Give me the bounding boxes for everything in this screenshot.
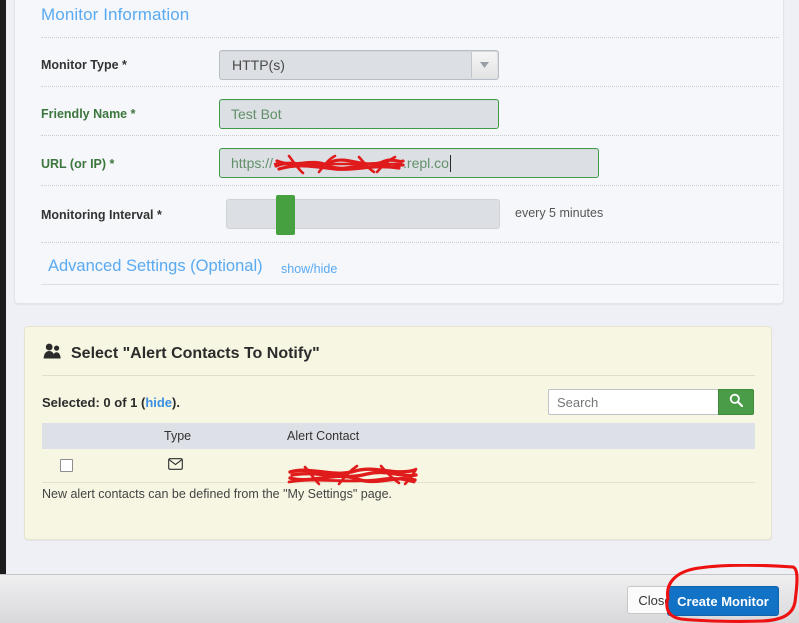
- url-protocol: https://: [231, 155, 274, 171]
- friendly-name-input[interactable]: Test Bot: [219, 99, 499, 129]
- slider-handle[interactable]: [276, 195, 295, 235]
- redaction-scribble-url: [273, 154, 405, 175]
- row-checkbox[interactable]: [60, 459, 73, 472]
- chevron-down-icon[interactable]: [471, 52, 497, 78]
- page-title: Monitor Information: [41, 5, 190, 24]
- monitoring-interval-label: Monitoring Interval *: [41, 208, 162, 222]
- friendly-name-value: Test Bot: [231, 106, 282, 122]
- alert-contacts-note: New alert contacts can be defined from t…: [42, 487, 393, 501]
- selected-count-prefix: Selected: 0 of 1 (: [42, 395, 146, 410]
- column-header-type: Type: [164, 429, 192, 443]
- alert-contacts-card: Select "Alert Contacts To Notify" Select…: [24, 326, 772, 540]
- table-header-row: Type Alert Contact: [42, 423, 755, 449]
- search-input[interactable]: [548, 389, 718, 415]
- alert-contacts-heading: Select "Alert Contacts To Notify": [43, 343, 320, 364]
- divider: [41, 86, 779, 87]
- monitoring-interval-slider[interactable]: [226, 195, 500, 235]
- alert-contacts-title-text: Select "Alert Contacts To Notify": [71, 344, 320, 362]
- monitor-create-dialog: Monitor Information Monitor Type * HTTP(…: [0, 0, 799, 623]
- divider: [41, 185, 779, 186]
- monitor-type-value: HTTP(s): [232, 57, 285, 73]
- row-select-cell: [42, 459, 122, 472]
- dialog-footer: Close Create Monitor: [0, 574, 799, 623]
- search-button[interactable]: [718, 389, 754, 415]
- selected-count-suffix: ).: [172, 395, 180, 410]
- friendly-name-label: Friendly Name *: [41, 107, 136, 121]
- monitor-type-label: Monitor Type *: [41, 58, 127, 72]
- url-domain-suffix: .repl.co: [403, 155, 449, 171]
- alert-contacts-table: Type Alert Contact: [42, 423, 755, 485]
- selected-count: Selected: 0 of 1 (hide).: [42, 395, 180, 410]
- create-monitor-button[interactable]: Create Monitor: [667, 586, 779, 616]
- url-label: URL (or IP) *: [41, 157, 115, 171]
- divider: [41, 135, 779, 136]
- url-input[interactable]: https:// .repl.co: [219, 148, 599, 178]
- advanced-settings-toggle[interactable]: show/hide: [281, 262, 337, 276]
- contact-search: [548, 389, 754, 415]
- divider: [42, 375, 755, 376]
- row-type-cell: [122, 457, 262, 475]
- table-row[interactable]: [42, 449, 755, 485]
- envelope-icon: [168, 457, 183, 474]
- text-cursor: [449, 154, 451, 172]
- divider: [41, 37, 779, 38]
- dialog-body: Monitor Information Monitor Type * HTTP(…: [6, 0, 799, 574]
- monitor-type-select[interactable]: HTTP(s): [219, 50, 499, 80]
- column-header-alert-contact: Alert Contact: [287, 429, 360, 443]
- monitoring-interval-value: every 5 minutes: [515, 206, 604, 220]
- advanced-settings-link[interactable]: Advanced Settings (Optional): [48, 257, 263, 276]
- divider: [41, 242, 779, 243]
- divider: [41, 284, 779, 285]
- monitor-information-card: Monitor Information Monitor Type * HTTP(…: [14, 0, 784, 304]
- search-icon: [729, 393, 744, 412]
- people-icon: [43, 343, 62, 364]
- hide-link[interactable]: hide: [145, 395, 172, 410]
